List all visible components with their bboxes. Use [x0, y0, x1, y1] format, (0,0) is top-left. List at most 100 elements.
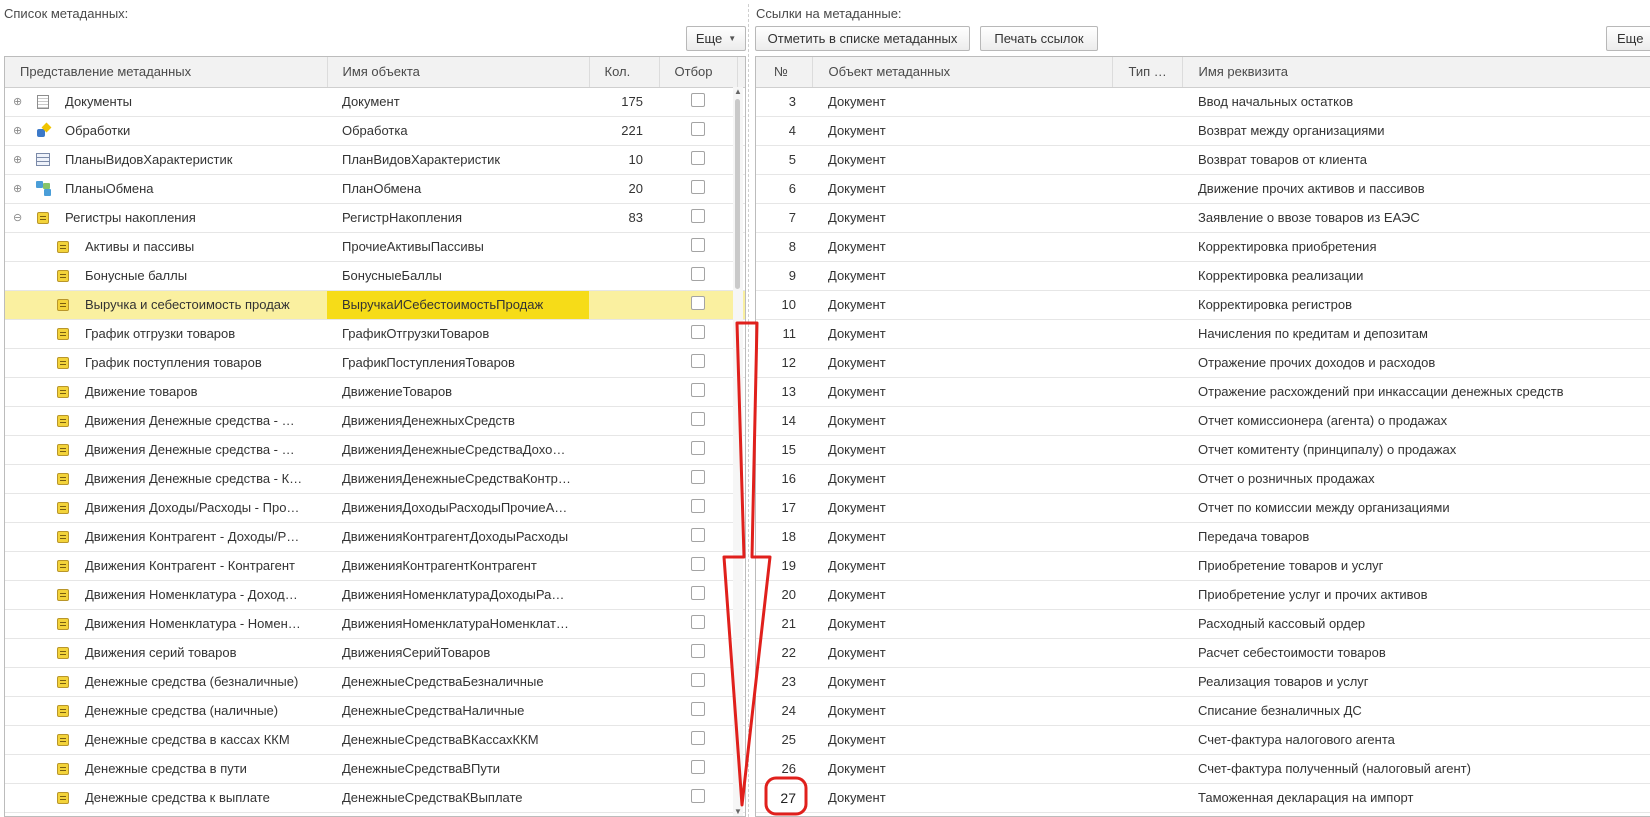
- object-name-cell[interactable]: ВыручкаИСебестоимостьПродаж: [327, 290, 589, 320]
- object-name-cell[interactable]: ДвиженияДенежныеСредстваКонтр…: [327, 464, 589, 494]
- filter-checkbox[interactable]: [691, 151, 705, 165]
- mark-in-metadata-list-button[interactable]: Отметить в списке метаданных: [755, 26, 970, 51]
- object-name-cell[interactable]: Обработка: [327, 116, 589, 146]
- object-name-cell[interactable]: ДвиженияНоменклатураДоходыРа…: [327, 580, 589, 610]
- metadata-object-cell[interactable]: Документ: [812, 348, 1112, 378]
- metadata-row[interactable]: Движения серий товаров ДвиженияСерийТовар…: [5, 638, 745, 668]
- filter-checkbox[interactable]: [691, 528, 705, 542]
- metadata-row[interactable]: Бонусные баллы БонусныеБаллы: [5, 261, 745, 291]
- metadata-object-cell[interactable]: Документ: [812, 116, 1112, 146]
- object-name-cell[interactable]: ПрочиеАктивыПассивы: [327, 232, 589, 262]
- left-vertical-scrollbar[interactable]: ▲ ▼: [733, 87, 743, 816]
- filter-checkbox[interactable]: [691, 615, 705, 629]
- link-row[interactable]: 3 Документ Ввод начальных остатков: [756, 87, 1650, 117]
- link-row[interactable]: 6 Документ Движение прочих активов и пасси…: [756, 174, 1650, 204]
- filter-checkbox[interactable]: [691, 702, 705, 716]
- metadata-object-cell[interactable]: Документ: [812, 493, 1112, 523]
- representation-cell[interactable]: Движения Номенклатура - Номен…: [5, 609, 327, 639]
- metadata-row[interactable]: ⊕ ПланыВидовХарактеристик ПланВидовХаракте…: [5, 145, 745, 175]
- metadata-row[interactable]: Движение товаров ДвижениеТоваров: [5, 377, 745, 407]
- metadata-object-cell[interactable]: Документ: [812, 406, 1112, 436]
- filter-checkbox[interactable]: [691, 180, 705, 194]
- filter-checkbox[interactable]: [691, 354, 705, 368]
- attribute-name-cell[interactable]: Расчет себестоимости товаров: [1182, 638, 1650, 668]
- object-name-cell[interactable]: ДенежныеСредстваВКассахККМ: [327, 725, 589, 755]
- object-name-cell[interactable]: ГрафикПоступленияТоваров: [327, 348, 589, 378]
- attribute-name-cell[interactable]: Движение прочих активов и пассивов: [1182, 174, 1650, 204]
- object-name-cell[interactable]: ПланВидовХарактеристик: [327, 145, 589, 175]
- representation-cell[interactable]: Движения Контрагент - Контрагент: [5, 551, 327, 581]
- representation-cell[interactable]: Выручка и себестоимость продаж: [5, 290, 327, 320]
- col-header-object-name[interactable]: Имя объекта: [327, 57, 590, 88]
- attribute-name-cell[interactable]: Отражение расхождений при инкассации ден…: [1182, 377, 1650, 407]
- filter-checkbox[interactable]: [691, 412, 705, 426]
- filter-checkbox[interactable]: [691, 673, 705, 687]
- link-row[interactable]: 18 Документ Передача товаров: [756, 522, 1650, 552]
- link-row[interactable]: 20 Документ Приобретение услуг и прочих ак…: [756, 580, 1650, 610]
- metadata-object-cell[interactable]: Документ: [812, 464, 1112, 494]
- object-name-cell[interactable]: ДвиженияДенежныхСредств: [327, 406, 589, 436]
- attribute-name-cell[interactable]: Отчет по комиссии между организациями: [1182, 493, 1650, 523]
- filter-checkbox[interactable]: [691, 644, 705, 658]
- representation-cell[interactable]: График отгрузки товаров: [5, 319, 327, 349]
- metadata-object-cell[interactable]: Документ: [812, 435, 1112, 465]
- link-row[interactable]: 14 Документ Отчет комиссионера (агента) о …: [756, 406, 1650, 436]
- filter-checkbox[interactable]: [691, 586, 705, 600]
- col-header-filter[interactable]: Отбор: [659, 57, 738, 88]
- filter-checkbox[interactable]: [691, 470, 705, 484]
- metadata-object-cell[interactable]: Документ: [812, 696, 1112, 726]
- attribute-name-cell[interactable]: Отчет комиссионера (агента) о продажах: [1182, 406, 1650, 436]
- representation-cell[interactable]: ⊕ Обработки: [5, 116, 327, 146]
- link-row[interactable]: 27 Документ Таможенная декларация на импор…: [756, 783, 1650, 813]
- representation-cell[interactable]: Денежные средства к выплате: [5, 783, 327, 813]
- representation-cell[interactable]: Движения Денежные средства - …: [5, 406, 327, 436]
- representation-cell[interactable]: ⊕ ПланыВидовХарактеристик: [5, 145, 327, 175]
- col-header-attribute-name[interactable]: Имя реквизита: [1182, 57, 1650, 88]
- representation-cell[interactable]: Движения Номенклатура - Доход…: [5, 580, 327, 610]
- metadata-object-cell[interactable]: Документ: [812, 580, 1112, 610]
- representation-cell[interactable]: Движения Денежные средства - …: [5, 435, 327, 465]
- metadata-object-cell[interactable]: Документ: [812, 145, 1112, 175]
- metadata-object-cell[interactable]: Документ: [812, 551, 1112, 581]
- object-name-cell[interactable]: БонусныеБаллы: [327, 261, 589, 291]
- attribute-name-cell[interactable]: Корректировка реализации: [1182, 261, 1650, 291]
- filter-checkbox[interactable]: [691, 789, 705, 803]
- filter-checkbox[interactable]: [691, 499, 705, 513]
- metadata-row[interactable]: Денежные средства (наличные) ДенежныеСред…: [5, 696, 745, 726]
- attribute-name-cell[interactable]: Расходный кассовый ордер: [1182, 609, 1650, 639]
- link-row[interactable]: 10 Документ Корректировка регистров: [756, 290, 1650, 320]
- attribute-name-cell[interactable]: Отчет о розничных продажах: [1182, 464, 1650, 494]
- col-header-type[interactable]: Тип …: [1112, 57, 1183, 88]
- filter-checkbox[interactable]: [691, 325, 705, 339]
- object-name-cell[interactable]: ДвиженияСерийТоваров: [327, 638, 589, 668]
- link-row[interactable]: 22 Документ Расчет себестоимости товаров: [756, 638, 1650, 668]
- attribute-name-cell[interactable]: Начисления по кредитам и депозитам: [1182, 319, 1650, 349]
- link-row[interactable]: 24 Документ Списание безналичных ДС: [756, 696, 1650, 726]
- metadata-object-cell[interactable]: Документ: [812, 522, 1112, 552]
- expand-icon[interactable]: ⊕: [13, 153, 25, 166]
- representation-cell[interactable]: Денежные средства (наличные): [5, 696, 327, 726]
- link-row[interactable]: 9 Документ Корректировка реализации: [756, 261, 1650, 291]
- filter-checkbox[interactable]: [691, 296, 705, 310]
- link-row[interactable]: 11 Документ Начисления по кредитам и депоз…: [756, 319, 1650, 349]
- metadata-row[interactable]: Денежные средства в кассах ККМ ДенежныеСр…: [5, 725, 745, 755]
- metadata-row[interactable]: ⊖ Регистры накопления РегистрНакопления 83: [5, 203, 745, 233]
- link-row[interactable]: 16 Документ Отчет о розничных продажах: [756, 464, 1650, 494]
- metadata-row[interactable]: Движения Денежные средства - К… ДвиженияД…: [5, 464, 745, 494]
- metadata-object-cell[interactable]: Документ: [812, 203, 1112, 233]
- filter-checkbox[interactable]: [691, 209, 705, 223]
- object-name-cell[interactable]: Документ: [327, 87, 589, 117]
- link-row[interactable]: 25 Документ Счет-фактура налогового агента: [756, 725, 1650, 755]
- expand-icon[interactable]: ⊕: [13, 95, 25, 108]
- link-row[interactable]: 26 Документ Счет-фактура полученный (налог…: [756, 754, 1650, 784]
- link-row[interactable]: 21 Документ Расходный кассовый ордер: [756, 609, 1650, 639]
- attribute-name-cell[interactable]: Возврат товаров от клиента: [1182, 145, 1650, 175]
- link-row[interactable]: 7 Документ Заявление о ввозе товаров из ЕА…: [756, 203, 1650, 233]
- attribute-name-cell[interactable]: Приобретение товаров и услуг: [1182, 551, 1650, 581]
- link-row[interactable]: 17 Документ Отчет по комиссии между органи…: [756, 493, 1650, 523]
- metadata-row[interactable]: Выручка и себестоимость продаж ВыручкаИСе…: [5, 290, 745, 320]
- attribute-name-cell[interactable]: Списание безналичных ДС: [1182, 696, 1650, 726]
- link-row[interactable]: 23 Документ Реализация товаров и услуг: [756, 667, 1650, 697]
- link-row[interactable]: 13 Документ Отражение расхождений при инка…: [756, 377, 1650, 407]
- print-links-button[interactable]: Печать ссылок: [980, 26, 1098, 51]
